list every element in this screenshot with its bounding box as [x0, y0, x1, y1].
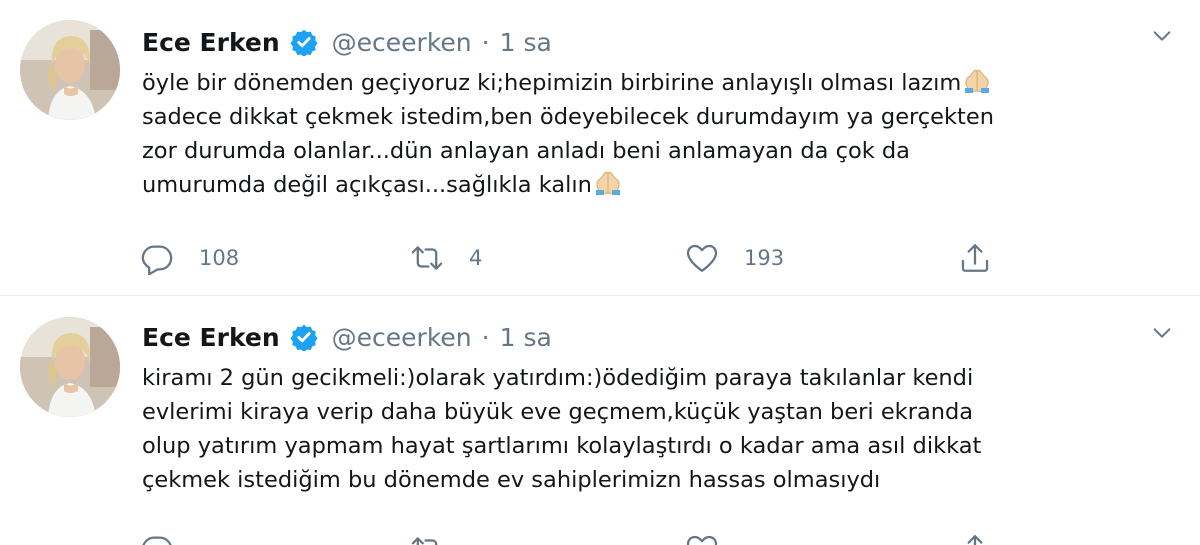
tweet-text-line: öyle bir dönemden geçiyoruz ki;hepimizin…: [142, 66, 1152, 100]
heart-icon: [685, 241, 719, 275]
folded-hands-emoji: [594, 169, 622, 195]
tweet-text-line: evlerimi kiraya verip daha büyük eve geç…: [142, 399, 974, 425]
reply-button[interactable]: [140, 529, 174, 545]
share-button[interactable]: [958, 238, 992, 278]
separator: ·: [481, 322, 490, 352]
share-icon: [958, 241, 992, 275]
heart-icon: [685, 532, 719, 545]
tweet-actions: [140, 529, 1020, 545]
avatar[interactable]: [20, 20, 120, 120]
tweet-text-line: çekmek istediğim bu dönemde ev sahipleri…: [142, 467, 881, 493]
display-name[interactable]: Ece Erken: [142, 323, 280, 352]
reply-icon: [140, 532, 174, 545]
chevron-down-icon[interactable]: [1150, 321, 1174, 345]
share-button[interactable]: [958, 529, 992, 545]
separator: ·: [481, 27, 490, 57]
like-count: 193: [744, 246, 785, 270]
verified-badge-icon: [290, 28, 318, 56]
retweet-button[interactable]: 4: [410, 238, 482, 278]
chevron-down-icon[interactable]: [1150, 24, 1174, 48]
like-button[interactable]: 193: [685, 238, 784, 278]
tweet-header: Ece Erken @eceerken · 1 sa: [142, 317, 552, 357]
verified-badge-icon: [290, 323, 318, 351]
retweet-icon: [410, 241, 444, 275]
reply-icon: [140, 241, 174, 275]
reply-count: 108: [199, 246, 240, 270]
like-button[interactable]: [685, 529, 719, 545]
handle[interactable]: @eceerken: [332, 323, 472, 352]
display-name[interactable]: Ece Erken: [142, 28, 280, 57]
tweet-text: kiramı 2 gün gecikmeli:)olarak yatırdım:…: [142, 361, 1152, 497]
folded-hands-emoji: [963, 67, 991, 93]
tweet-text-line: umurumda değil açıkçası...sağlıkla kalın: [142, 168, 1152, 202]
tweet-actions: 108 4 193: [140, 238, 1020, 278]
retweet-button[interactable]: [410, 529, 444, 545]
tweet-text: öyle bir dönemden geçiyoruz ki;hepimizin…: [142, 66, 1152, 202]
tweet-text-line: sadece dikkat çekmek istedim,ben ödeyebi…: [142, 104, 994, 130]
timestamp[interactable]: 1 sa: [500, 28, 552, 57]
retweet-count: 4: [469, 246, 483, 270]
tweet-text-line: olup yatırım yapmam hayat şartlarımı kol…: [142, 433, 982, 459]
share-icon: [958, 532, 992, 545]
tweet-text-line: zor durumda olanlar...dün anlayan anladı…: [142, 138, 910, 164]
tweet-header: Ece Erken @eceerken · 1 sa: [142, 22, 552, 62]
reply-button[interactable]: 108: [140, 238, 239, 278]
retweet-icon: [410, 532, 444, 545]
tweet-text-line: kiramı 2 gün gecikmeli:)olarak yatırdım:…: [142, 365, 974, 391]
timestamp[interactable]: 1 sa: [500, 323, 552, 352]
tweet[interactable]: Ece Erken @eceerken · 1 sa öyle bir döne…: [0, 0, 1200, 296]
handle[interactable]: @eceerken: [332, 28, 472, 57]
tweet[interactable]: Ece Erken @eceerken · 1 sa kiramı 2 gün …: [0, 297, 1200, 545]
avatar[interactable]: [20, 317, 120, 417]
